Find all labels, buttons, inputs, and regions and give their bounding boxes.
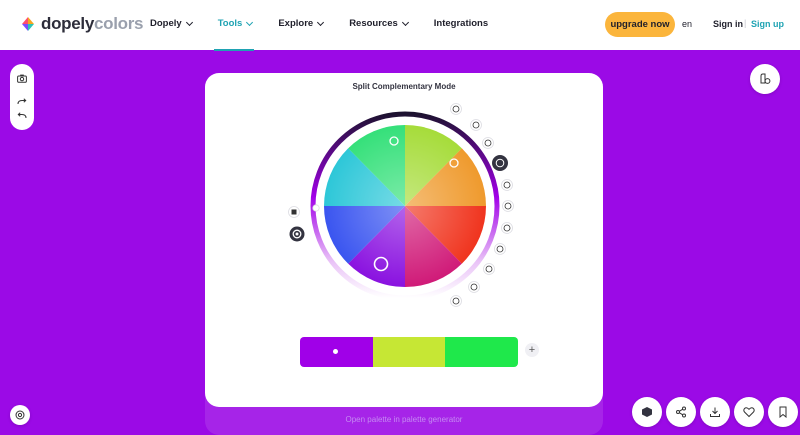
download-icon bbox=[710, 407, 720, 417]
bookmark-button[interactable] bbox=[768, 397, 798, 427]
nav-integrations-label: Integrations bbox=[433, 18, 489, 29]
logo[interactable]: dopelycolors bbox=[20, 14, 144, 34]
auth-separator: | bbox=[744, 18, 747, 28]
mode-complementary-button[interactable] bbox=[483, 263, 495, 275]
mode-square-scheme-button[interactable] bbox=[502, 200, 514, 212]
chevron-down-icon bbox=[246, 18, 254, 26]
color-wheel-card: Split Complementary Mode + bbox=[205, 73, 603, 407]
cube-button[interactable] bbox=[632, 397, 662, 427]
camera-button[interactable] bbox=[14, 70, 30, 86]
mode-compound-button[interactable] bbox=[494, 243, 506, 255]
mode-tetradic-button[interactable] bbox=[501, 222, 513, 234]
mode-custom-button[interactable] bbox=[450, 295, 462, 307]
header: dopelycolors Dopely Tools Explore Resour… bbox=[0, 0, 800, 51]
swatch-selected-dot bbox=[333, 349, 338, 354]
cube-icon bbox=[642, 407, 652, 417]
swatch-3[interactable] bbox=[445, 337, 518, 367]
swatch-2[interactable] bbox=[372, 337, 446, 367]
chevron-down-icon bbox=[401, 18, 409, 26]
bookmark-icon bbox=[779, 406, 787, 418]
redo-icon bbox=[17, 98, 27, 105]
mode-analogous-button[interactable] bbox=[482, 137, 494, 149]
nav-dopely[interactable]: Dopely bbox=[150, 18, 193, 29]
ring-handle[interactable] bbox=[312, 204, 320, 212]
favorite-button[interactable] bbox=[734, 397, 764, 427]
color-blind-button[interactable] bbox=[750, 64, 780, 94]
download-button[interactable] bbox=[700, 397, 730, 427]
nav-explore-label: Explore bbox=[278, 18, 314, 29]
mode-split-complementary-button[interactable] bbox=[492, 155, 508, 171]
logo-text-colors: colors bbox=[94, 14, 144, 33]
palette-swatches bbox=[300, 337, 518, 367]
nav-tools-label: Tools bbox=[217, 18, 243, 29]
undo-icon bbox=[17, 112, 27, 119]
share-icon bbox=[676, 406, 686, 418]
chevron-down-icon bbox=[185, 18, 193, 26]
target-icon-dot bbox=[295, 232, 299, 236]
settings-icon bbox=[15, 410, 25, 420]
sign-in-link[interactable]: Sign in bbox=[713, 19, 743, 29]
main-nav: Dopely Tools Explore Resources Integrati… bbox=[150, 18, 514, 51]
open-palette-link[interactable]: Open palette in palette generator bbox=[205, 415, 603, 424]
mode-mono-button[interactable] bbox=[470, 119, 482, 131]
share-button[interactable] bbox=[666, 397, 696, 427]
upgrade-button[interactable]: upgrade now bbox=[605, 12, 675, 37]
logo-text: dopelycolors bbox=[41, 14, 144, 34]
add-swatch-button[interactable]: + bbox=[525, 343, 539, 357]
left-toolbar bbox=[10, 64, 34, 130]
logo-text-dopely: dopely bbox=[41, 14, 94, 33]
sign-up-link[interactable]: Sign up bbox=[751, 19, 784, 29]
mode-shades-button[interactable] bbox=[468, 281, 480, 293]
nav-resources[interactable]: Resources bbox=[349, 18, 409, 29]
mode-smile-button[interactable] bbox=[450, 103, 462, 115]
mode-triad-button[interactable] bbox=[501, 179, 513, 191]
logo-icon bbox=[22, 17, 34, 31]
swatch-1[interactable] bbox=[300, 337, 373, 367]
square-icon bbox=[291, 209, 297, 215]
nav-tools[interactable]: Tools bbox=[213, 18, 254, 51]
nav-explore[interactable]: Explore bbox=[278, 18, 325, 29]
color-blind-icon bbox=[760, 73, 771, 84]
heart-icon bbox=[743, 407, 755, 418]
undo-button[interactable] bbox=[14, 108, 30, 124]
nav-integrations[interactable]: Integrations bbox=[434, 18, 488, 29]
nav-dopely-label: Dopely bbox=[150, 18, 182, 29]
chevron-down-icon bbox=[317, 18, 325, 26]
nav-resources-label: Resources bbox=[349, 18, 398, 29]
language-selector[interactable]: en bbox=[682, 19, 692, 29]
settings-button[interactable] bbox=[10, 405, 30, 425]
camera-icon bbox=[17, 74, 27, 83]
